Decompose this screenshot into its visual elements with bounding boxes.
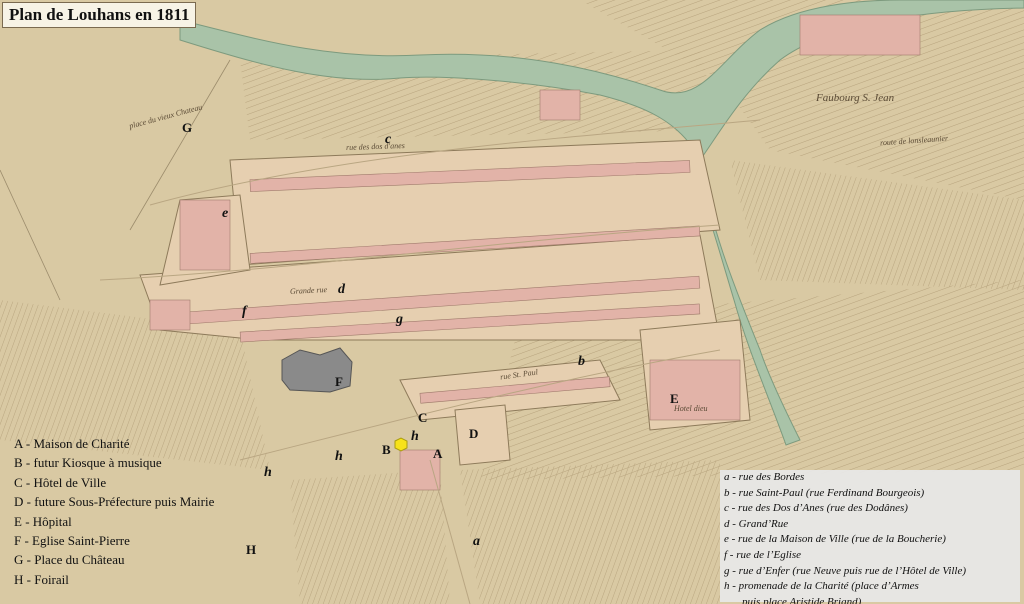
marker-street-a: a [473, 534, 480, 549]
legend-item-d: D - future Sous-Préfecture puis Mairie [14, 494, 215, 510]
marker-street-h-3: h [264, 465, 272, 480]
parcel-area-southeast [460, 460, 720, 604]
marker-street-c: c [385, 132, 392, 147]
building-block-w2 [149, 299, 191, 331]
building-block-ne [799, 14, 921, 56]
legend-item-g: G - Place du Château [14, 552, 125, 568]
legend-street-d: d - Grand’Rue [724, 517, 789, 530]
marker-f-eglise: F [335, 374, 343, 389]
legend-street-a: a - rue des Bordes [724, 471, 805, 483]
marker-h-foirail: H [246, 542, 257, 557]
marker-street-h-2: h [335, 449, 343, 464]
legend-item-c: C - Hôtel de Ville [14, 474, 107, 490]
marker-street-g: g [396, 312, 403, 327]
marker-street-d: d [338, 282, 345, 297]
legend-street-f: f - rue de l’Eglise [724, 548, 801, 561]
marker-street-b: b [578, 354, 585, 369]
block-sous-prefecture [454, 404, 511, 466]
legend-street-h-cont: puis place Aristide Briand) [742, 595, 862, 604]
kiosk-marker-icon [394, 437, 408, 452]
legend-streets: a - rue des Bordes b - rue Saint-Paul (r… [720, 470, 1020, 604]
legend-item-e: E - Hôpital [14, 513, 72, 529]
marker-g-place-chateau: G [182, 120, 193, 135]
legend-street-g: g - rue d’Enfer (rue Neuve puis rue de l… [724, 564, 967, 577]
marker-street-h-1: h [411, 429, 419, 444]
label-faubourg: Faubourg S. Jean [816, 92, 895, 104]
legend-item-f: F - Eglise Saint-Pierre [14, 533, 130, 549]
marker-e-hopital: E [670, 391, 679, 406]
map-title: Plan de Louhans en 1811 [2, 2, 197, 28]
legend-item-b: B - futur Kiosque à musique [14, 455, 162, 471]
legend-street-b: b - rue Saint-Paul (rue Ferdinand Bourge… [724, 486, 925, 499]
marker-street-e: e [222, 206, 229, 221]
label-hotel-dieu: Hotel dieu [674, 404, 708, 413]
legend-item-a: A - Maison de Charité [14, 436, 130, 451]
marker-d-sous-prefecture: D [469, 426, 479, 441]
marker-street-f: f [242, 304, 247, 319]
building-block-n1 [539, 89, 581, 121]
label-grande-rue: Grande rue [289, 285, 328, 296]
legend-street-c: c - rue des Dos d’Anes (rue des Dodânes) [724, 502, 908, 515]
map-canvas: Plan de Louhans en 1811 place du vieux C… [0, 0, 1024, 604]
legend-street-h: h - promenade de la Charité (place d’Arm… [724, 580, 919, 593]
marker-a-maison-charite: A [433, 446, 443, 461]
legend-buildings: A - Maison de Charité B - futur Kiosque … [14, 434, 214, 589]
marker-c-hotel-ville: C [418, 410, 428, 425]
marker-b-kiosque: B [382, 442, 391, 457]
legend-street-e: e - rue de la Maison de Ville (rue de la… [724, 533, 946, 546]
legend-item-h: H - Foirail [14, 571, 69, 587]
